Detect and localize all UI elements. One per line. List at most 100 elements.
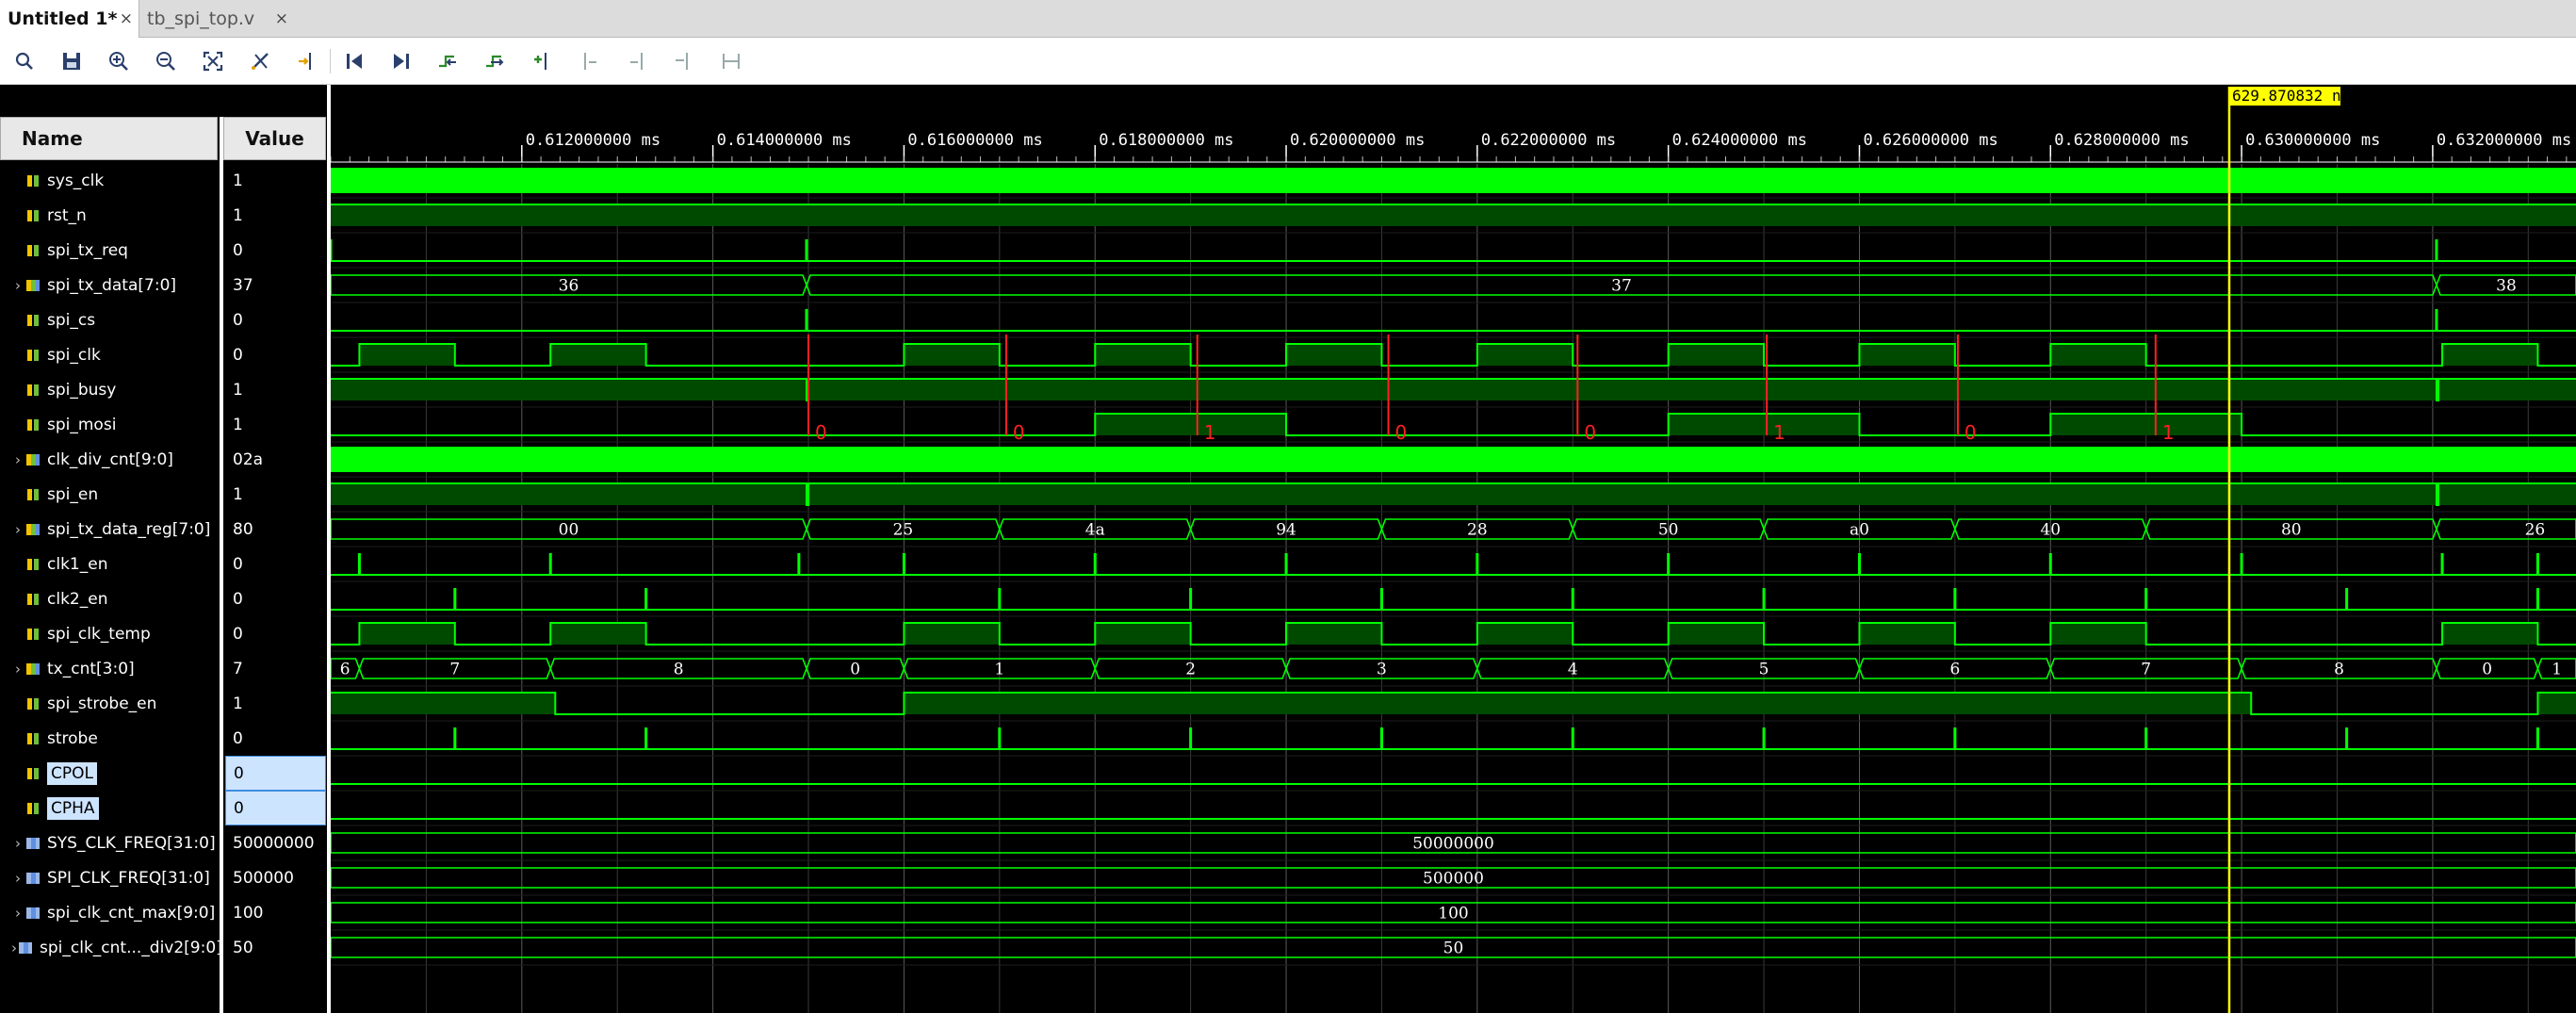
- snap-icon[interactable]: [718, 48, 744, 74]
- signal-name-spi-tx-data-7-0[interactable]: › spi_tx_data[7:0]: [0, 268, 220, 302]
- signal-name-spi-tx-req[interactable]: spi_tx_req: [0, 233, 220, 268]
- wave-sys-clk[interactable]: [331, 168, 2576, 193]
- sample-value-label: 0: [1395, 421, 1408, 444]
- waveform-canvas[interactable]: 0.612000000 ms 0.614000000 ms 0.616000000 …: [331, 85, 2576, 1013]
- name-column-header[interactable]: Name: [0, 117, 218, 160]
- bus-value-label: 500000: [1423, 870, 1484, 889]
- signal-name-clk1-en[interactable]: clk1_en: [0, 547, 220, 581]
- bus-value-label: 6: [340, 661, 351, 679]
- signal-name-spi-clk[interactable]: spi_clk: [0, 337, 220, 372]
- search-icon[interactable]: [11, 48, 38, 74]
- signal-name-spi-cs[interactable]: spi_cs: [0, 302, 220, 337]
- zoom-out-icon[interactable]: [153, 48, 179, 74]
- signal-name-spi-clk-cnt-max-9-0[interactable]: › spi_clk_cnt_max[9:0]: [0, 895, 220, 930]
- signal-name-tx-cnt-3-0[interactable]: › tx_cnt[3:0]: [0, 651, 220, 686]
- chevron-right-icon[interactable]: ›: [11, 661, 24, 678]
- tab-untitled-1[interactable]: Untitled 1* ×: [0, 0, 139, 38]
- cursor-icon[interactable]: [247, 48, 273, 74]
- signal-value-cpol: 0: [225, 756, 326, 791]
- signal-value-spi-cs: 0: [233, 310, 243, 330]
- signal-name-spi-strobe-en[interactable]: spi_strobe_en: [0, 686, 220, 721]
- pulse-mark: [1571, 588, 1574, 610]
- close-icon[interactable]: ×: [275, 9, 288, 28]
- signal-type-icon: [24, 521, 47, 538]
- signal-name-label: clk_div_cnt[9:0]: [47, 449, 173, 469]
- pulse-mark: [2435, 309, 2438, 331]
- signal-name-cpha[interactable]: CPHA: [0, 791, 220, 825]
- signal-name-label: spi_clk_cnt_max[9:0]: [47, 903, 216, 923]
- zoom-fit-icon[interactable]: [200, 48, 226, 74]
- signal-name-spi-tx-data-reg-7-0[interactable]: › spi_tx_data_reg[7:0]: [0, 512, 220, 547]
- wave-spi-clk-temp[interactable]: [331, 622, 2576, 645]
- wave-high-fill: [808, 483, 2437, 505]
- save-icon[interactable]: [58, 48, 85, 74]
- tab-label: Untitled 1*: [8, 8, 118, 29]
- signal-value-spi-tx-data-7-0: 37: [233, 275, 253, 295]
- signal-name-label: CPOL: [47, 761, 97, 785]
- tab-label: tb_spi_top.v: [147, 8, 255, 29]
- signal-name-spi-en[interactable]: spi_en: [0, 477, 220, 512]
- close-icon[interactable]: ×: [120, 9, 133, 28]
- pulse-mark: [1379, 727, 1383, 749]
- pulse-mark: [1093, 553, 1097, 575]
- next-marker-icon[interactable]: [624, 48, 650, 74]
- signal-name-sys-clk-freq-31-0[interactable]: › SYS_CLK_FREQ[31:0]: [0, 825, 220, 860]
- pulse-mark: [1284, 553, 1288, 575]
- signal-name-label: spi_tx_data[7:0]: [47, 275, 177, 295]
- signal-name-cpol[interactable]: CPOL: [0, 756, 220, 791]
- signal-name-spi-clk-temp[interactable]: spi_clk_temp: [0, 616, 220, 651]
- pulse-mark: [2048, 553, 2052, 575]
- chevron-right-icon[interactable]: ›: [11, 905, 24, 922]
- bus-value-label: a0: [1850, 521, 1869, 540]
- value-column-header[interactable]: Value: [223, 117, 326, 160]
- signal-type-icon: [24, 835, 47, 852]
- signal-name-sys-clk[interactable]: sys_clk: [0, 163, 220, 198]
- signal-name-clk2-en[interactable]: clk2_en: [0, 581, 220, 616]
- signal-value-spi-clk-cnt-div2-9-0: 50: [233, 938, 253, 957]
- wave-high-fill: [1668, 344, 1765, 366]
- marker-icon[interactable]: [294, 48, 320, 74]
- tab-tb-spi-top[interactable]: tb_spi_top.v ×: [139, 0, 294, 38]
- pulse-mark: [2440, 553, 2444, 575]
- name-column-header-area: Name: [0, 85, 220, 162]
- go-to-end-icon[interactable]: [388, 48, 415, 74]
- wave-high-fill: [331, 204, 2576, 226]
- wave-clk-div-cnt-9-0[interactable]: [331, 447, 2576, 472]
- chevron-right-icon[interactable]: ›: [11, 835, 24, 852]
- bus-value-label: 4a: [1085, 521, 1105, 540]
- signal-name-rst-n[interactable]: rst_n: [0, 198, 220, 233]
- chevron-right-icon[interactable]: ›: [11, 277, 24, 294]
- previous-transition-icon[interactable]: [435, 48, 462, 74]
- signal-name-spi-busy[interactable]: spi_busy: [0, 372, 220, 407]
- signal-type-icon: [24, 486, 47, 503]
- wave-high-fill: [2437, 483, 2576, 505]
- wave-high-fill: [331, 483, 807, 505]
- add-marker-icon[interactable]: [530, 48, 556, 74]
- signal-name-strobe[interactable]: strobe: [0, 721, 220, 756]
- sample-value-label: 1: [1204, 421, 1216, 444]
- signal-name-spi-clk-freq-31-0[interactable]: › SPI_CLK_FREQ[31:0]: [0, 860, 220, 895]
- pulse-mark: [902, 553, 905, 575]
- signal-value-spi-tx-req: 0: [233, 240, 243, 260]
- column-divider[interactable]: [220, 117, 223, 1013]
- pulse-mark: [2144, 588, 2148, 610]
- signal-value-clk-div-cnt-9-0: 02a: [233, 449, 264, 469]
- next-transition-icon[interactable]: [482, 48, 509, 74]
- chevron-right-icon[interactable]: ›: [11, 451, 24, 468]
- bus-value-label: 8: [2334, 661, 2344, 679]
- wave-spi-clk[interactable]: [331, 343, 2576, 367]
- swap-cursors-icon[interactable]: [671, 48, 697, 74]
- time-tick-label: 0.624000000 ms: [1672, 131, 1807, 150]
- chevron-right-icon[interactable]: ›: [11, 521, 24, 538]
- pulse-mark: [1953, 727, 1957, 749]
- zoom-in-icon[interactable]: [106, 48, 132, 74]
- signal-name-spi-mosi[interactable]: spi_mosi: [0, 407, 220, 442]
- go-to-start-icon[interactable]: [341, 48, 367, 74]
- wave-high-fill: [2050, 414, 2242, 435]
- previous-marker-icon[interactable]: [577, 48, 603, 74]
- pulse-mark: [2144, 727, 2148, 749]
- bus-value-label: 2: [1185, 661, 1196, 679]
- signal-name-clk-div-cnt-9-0[interactable]: › clk_div_cnt[9:0]: [0, 442, 220, 477]
- signal-name-spi-clk-cnt-div2-9-0[interactable]: › spi_clk_cnt..._div2[9:0]: [0, 930, 220, 965]
- chevron-right-icon[interactable]: ›: [11, 870, 24, 887]
